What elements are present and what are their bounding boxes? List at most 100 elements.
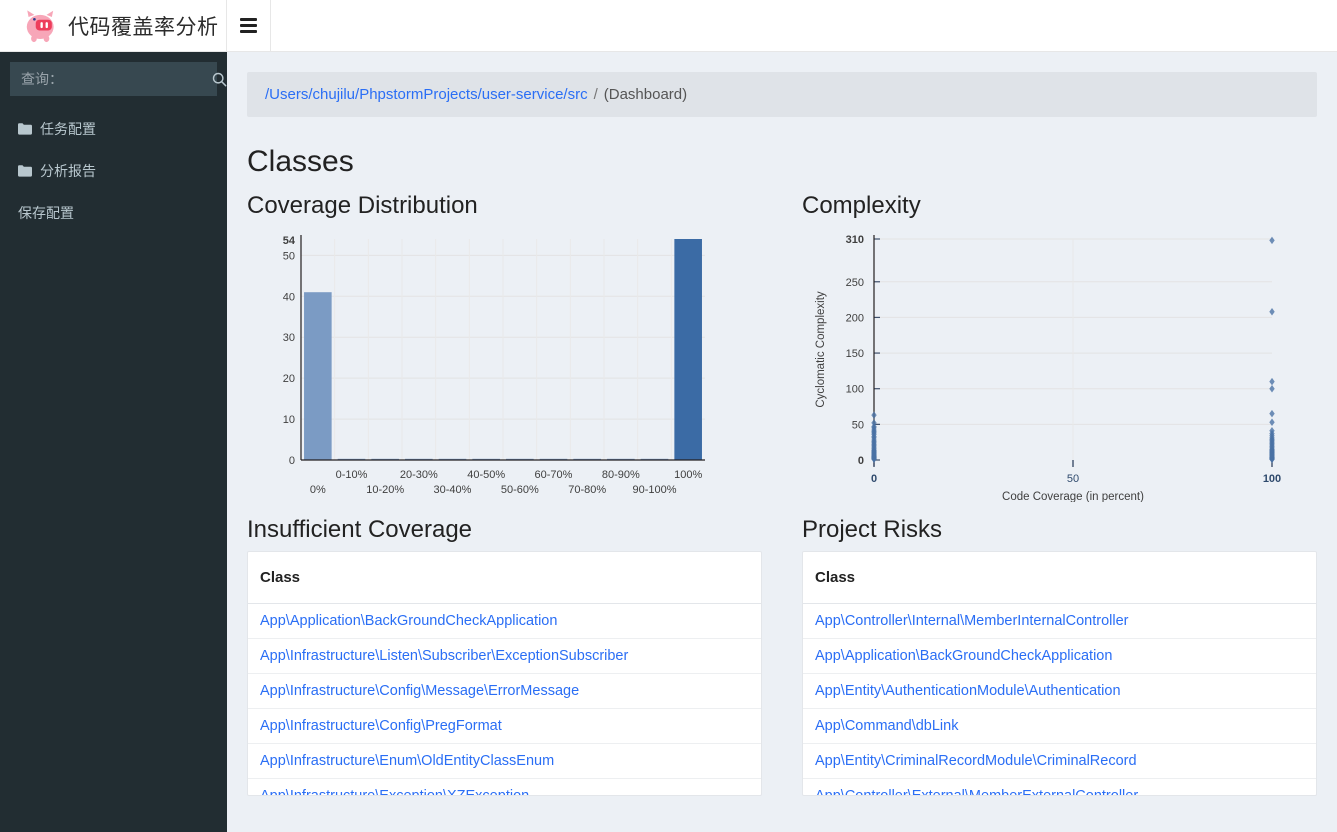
class-link[interactable]: App\Entity\CriminalRecordModule\Criminal… [815,753,1137,769]
svg-text:100%: 100% [674,469,702,481]
class-link[interactable]: App\Infrastructure\Listen\Subscriber\Exc… [260,648,628,664]
page-title: Classes [247,145,1317,178]
insufficient-coverage-title: Insufficient Coverage [247,516,762,545]
svg-text:80-90%: 80-90% [602,469,640,481]
table-row: App\Application\BackGroundCheckApplicati… [803,638,1316,673]
svg-text:0%: 0% [310,484,326,496]
search-box[interactable] [10,62,217,96]
svg-text:0-10%: 0-10% [336,469,368,481]
breadcrumb-path-link[interactable]: /Users/chujilu/PhpstormProjects/user-ser… [265,86,588,103]
class-link[interactable]: App\Infrastructure\Config\PregFormat [260,718,502,734]
bar [674,239,702,460]
svg-text:60-70%: 60-70% [535,469,573,481]
table-cell-class: App\Application\BackGroundCheckApplicati… [803,638,1316,673]
class-link[interactable]: App\Application\BackGroundCheckApplicati… [815,648,1112,664]
table-header-row: Class [248,552,761,604]
class-link[interactable]: App\Entity\AuthenticationModule\Authenti… [815,683,1121,699]
table-cell-class: App\Controller\External\MemberExternalCo… [803,778,1316,796]
breadcrumb-separator: / [594,86,598,103]
x-axis-label: Code Coverage (in percent) [1002,491,1144,502]
table-cell-class: App\Entity\CriminalRecordModule\Criminal… [803,743,1316,778]
project-risks-table: Class App\Controller\Internal\MemberInte… [803,552,1316,796]
class-link[interactable]: App\Command\dbLink [815,718,958,734]
scatter-point [1270,386,1274,392]
class-link[interactable]: App\Infrastructure\Exception\XZException [260,788,529,796]
project-risks-body: App\Controller\Internal\MemberInternalCo… [803,603,1316,796]
svg-text:310: 310 [846,234,864,246]
class-link[interactable]: App\Application\BackGroundCheckApplicati… [260,613,557,629]
table-cell-class: App\Entity\AuthenticationModule\Authenti… [803,673,1316,708]
bar [304,292,332,460]
insufficient-coverage-body: App\Application\BackGroundCheckApplicati… [248,603,761,796]
navbar-spacer [271,0,1337,51]
table-row: App\Controller\External\MemberExternalCo… [803,778,1316,796]
sidebar-item-save-config[interactable]: 保存配置 [0,192,227,234]
table-cell-class: App\Infrastructure\Listen\Subscriber\Exc… [248,638,761,673]
class-link[interactable]: App\Infrastructure\Config\Message\ErrorM… [260,683,579,699]
complexity-panel: Complexity 050100150200250310050100Code … [802,178,1317,502]
bar-chart-svg: 01020304050540%0-10%10-20%20-30%30-40%40… [247,227,717,502]
project-risks-scroll[interactable]: Class App\Controller\Internal\MemberInte… [802,551,1317,796]
table-cell-class: App\Application\BackGroundCheckApplicati… [248,603,761,638]
table-row: App\Application\BackGroundCheckApplicati… [248,603,761,638]
coverage-distribution-title: Coverage Distribution [247,192,762,221]
svg-text:50: 50 [1067,473,1079,485]
table-header-row: Class [803,552,1316,604]
pig-icon [22,9,62,43]
column-header-class: Class [803,552,1316,604]
table-row: App\Entity\AuthenticationModule\Authenti… [803,673,1316,708]
brand-logo-link[interactable]: 代码覆盖率分析 [0,0,227,51]
class-link[interactable]: App\Infrastructure\Enum\OldEntityClassEn… [260,753,554,769]
sidebar-item-label: 任务配置 [40,119,96,139]
table-cell-class: App\Infrastructure\Config\Message\ErrorM… [248,673,761,708]
svg-text:150: 150 [846,348,864,360]
sidebar-search [0,52,227,96]
main-content: /Users/chujilu/PhpstormProjects/user-ser… [227,52,1337,832]
svg-text:250: 250 [846,277,864,289]
sidebar-item-label: 保存配置 [18,203,74,223]
hamburger-menu-icon[interactable] [227,0,271,51]
svg-text:50: 50 [283,250,295,262]
svg-text:200: 200 [846,312,864,324]
svg-text:54: 54 [283,235,296,247]
scatter-point [872,412,876,418]
sidebar-item-tasks[interactable]: 任务配置 [0,108,227,150]
svg-text:50-60%: 50-60% [501,484,539,496]
scatter-point [1270,411,1274,417]
insufficient-coverage-table: Class App\Application\BackGroundCheckApp… [248,552,761,796]
table-row: App\Infrastructure\Config\PregFormat [248,708,761,743]
svg-text:0: 0 [289,455,295,467]
class-link[interactable]: App\Controller\Internal\MemberInternalCo… [815,613,1129,629]
table-row: App\Command\dbLink [803,708,1316,743]
svg-text:20: 20 [283,373,295,385]
svg-text:100: 100 [846,384,864,396]
brand-title: 代码覆盖率分析 [68,11,219,41]
column-header-class: Class [248,552,761,604]
insufficient-coverage-panel: Insufficient Coverage Class App\Applicat… [247,502,762,796]
svg-text:90-100%: 90-100% [632,484,676,496]
project-risks-title: Project Risks [802,516,1317,545]
svg-text:20-30%: 20-30% [400,469,438,481]
project-risks-panel: Project Risks Class App\Controller\Inter… [802,502,1317,796]
table-row: App\Infrastructure\Listen\Subscriber\Exc… [248,638,761,673]
table-row: App\Infrastructure\Config\Message\ErrorM… [248,673,761,708]
folder-icon [18,123,40,135]
svg-text:30-40%: 30-40% [434,484,472,496]
folder-icon [18,165,40,177]
search-icon[interactable] [212,63,227,95]
complexity-title: Complexity [802,192,1317,221]
table-cell-class: App\Infrastructure\Exception\XZException [248,778,761,796]
sidebar-item-reports[interactable]: 分析报告 [0,150,227,192]
table-cell-class: App\Controller\Internal\MemberInternalCo… [803,603,1316,638]
scatter-point [1270,378,1274,384]
coverage-distribution-chart: 01020304050540%0-10%10-20%20-30%30-40%40… [247,227,762,502]
svg-text:70-80%: 70-80% [568,484,606,496]
search-input[interactable] [11,63,212,95]
tables-row: Insufficient Coverage Class App\Applicat… [247,502,1317,796]
scatter-point [1270,309,1274,315]
sidebar-item-label: 分析报告 [40,161,96,181]
svg-text:40-50%: 40-50% [467,469,505,481]
class-link[interactable]: App\Controller\External\MemberExternalCo… [815,788,1138,796]
insufficient-coverage-scroll[interactable]: Class App\Application\BackGroundCheckApp… [247,551,762,796]
svg-text:100: 100 [1263,473,1281,485]
